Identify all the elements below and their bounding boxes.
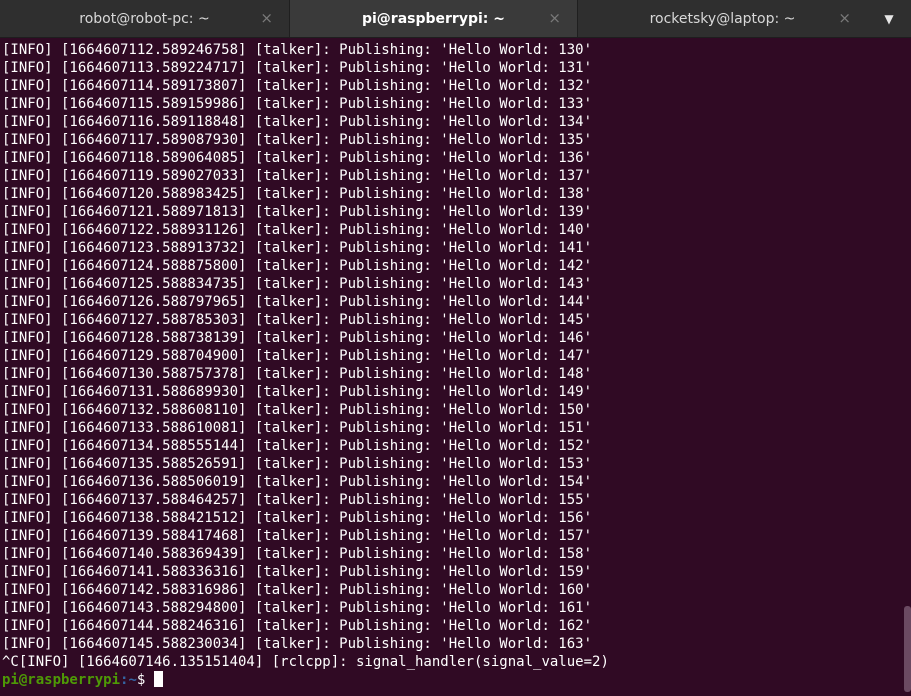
prompt-path: :~ — [120, 672, 137, 688]
terminal-line: [INFO] [1664607140.588369439] [talker]: … — [2, 546, 593, 562]
terminal-line: [INFO] [1664607133.588610081] [talker]: … — [2, 420, 593, 436]
close-icon[interactable]: × — [838, 9, 851, 27]
tab-label: pi@raspberrypi: ~ — [361, 10, 505, 27]
terminal-line: [INFO] [1664607122.588931126] [talker]: … — [2, 222, 593, 238]
terminal-line: [INFO] [1664607130.588757378] [talker]: … — [2, 366, 593, 382]
terminal-line: [INFO] [1664607139.588417468] [talker]: … — [2, 528, 593, 544]
terminal-line: [INFO] [1664607143.588294800] [talker]: … — [2, 600, 593, 616]
terminal-line: [INFO] [1664607134.588555144] [talker]: … — [2, 438, 593, 454]
terminal-line: [INFO] [1664607121.588971813] [talker]: … — [2, 204, 593, 220]
terminal-line: [INFO] [1664607125.588834735] [talker]: … — [2, 276, 593, 292]
scrollbar-thumb[interactable] — [904, 606, 911, 692]
terminal-line: [INFO] [1664607119.589027033] [talker]: … — [2, 168, 593, 184]
close-icon[interactable]: × — [260, 9, 273, 27]
terminal-line: [INFO] [1664607135.588526591] [talker]: … — [2, 456, 593, 472]
terminal-line: [INFO] [1664607118.589064085] [talker]: … — [2, 150, 593, 166]
terminal-line: [INFO] [1664607128.588738139] [talker]: … — [2, 330, 593, 346]
tab-bar: robot@robot-pc: ~ × pi@raspberrypi: ~ × … — [0, 0, 911, 38]
tab-raspberrypi[interactable]: pi@raspberrypi: ~ × — [289, 0, 578, 37]
terminal-line: [INFO] [1664607126.588797965] [talker]: … — [2, 294, 593, 310]
prompt-user-host: pi@raspberrypi — [2, 672, 121, 688]
terminal-line: [INFO] [1664607136.588506019] [talker]: … — [2, 474, 593, 490]
cursor — [154, 671, 164, 687]
terminal-line: [INFO] [1664607142.588316986] [talker]: … — [2, 582, 593, 598]
terminal-line: [INFO] [1664607138.588421512] [talker]: … — [2, 510, 593, 526]
tab-label: robot@robot-pc: ~ — [79, 10, 210, 27]
prompt-symbol: $ — [136, 672, 146, 688]
terminal-line: [INFO] [1664607114.589173807] [talker]: … — [2, 78, 593, 94]
terminal-line: [INFO] [1664607115.589159986] [talker]: … — [2, 96, 593, 112]
terminal-line: [INFO] [1664607132.588608110] [talker]: … — [2, 402, 593, 418]
terminal-line: [INFO] [1664607113.589224717] [talker]: … — [2, 60, 593, 76]
tab-label: rocketsky@laptop: ~ — [649, 10, 796, 27]
chevron-down-icon[interactable]: ▼ — [867, 0, 911, 37]
terminal-line: [INFO] [1664607117.589087930] [talker]: … — [2, 132, 593, 148]
terminal-line: [INFO] [1664607116.589118848] [talker]: … — [2, 114, 593, 130]
terminal-output[interactable]: [INFO] [1664607112.589246758] [talker]: … — [2, 41, 911, 689]
terminal-line: [INFO] [1664607144.588246316] [talker]: … — [2, 618, 593, 634]
terminal-line: [INFO] [1664607129.588704900] [talker]: … — [2, 348, 593, 364]
terminal-line: [INFO] [1664607123.588913732] [talker]: … — [2, 240, 593, 256]
tab-robot-pc[interactable]: robot@robot-pc: ~ × — [0, 0, 289, 37]
tab-laptop[interactable]: rocketsky@laptop: ~ × — [578, 0, 867, 37]
terminal-line: [INFO] [1664607137.588464257] [talker]: … — [2, 492, 593, 508]
terminal-line: [INFO] [1664607124.588875800] [talker]: … — [2, 258, 593, 274]
close-icon[interactable]: × — [548, 9, 561, 27]
terminal-line: [INFO] [1664607112.589246758] [talker]: … — [2, 42, 593, 58]
terminal-line: [INFO] [1664607145.588230034] [talker]: … — [2, 636, 593, 652]
prompt-line[interactable]: pi@raspberrypi:~$ — [2, 671, 911, 689]
terminal-line: [INFO] [1664607131.588689930] [talker]: … — [2, 384, 593, 400]
terminal-line: [INFO] [1664607127.588785303] [talker]: … — [2, 312, 593, 328]
terminal-line: [INFO] [1664607141.588336316] [talker]: … — [2, 564, 593, 580]
terminal-line: ^C[INFO] [1664607146.135151404] [rclcpp]… — [2, 654, 609, 670]
terminal-line: [INFO] [1664607120.588983425] [talker]: … — [2, 186, 593, 202]
